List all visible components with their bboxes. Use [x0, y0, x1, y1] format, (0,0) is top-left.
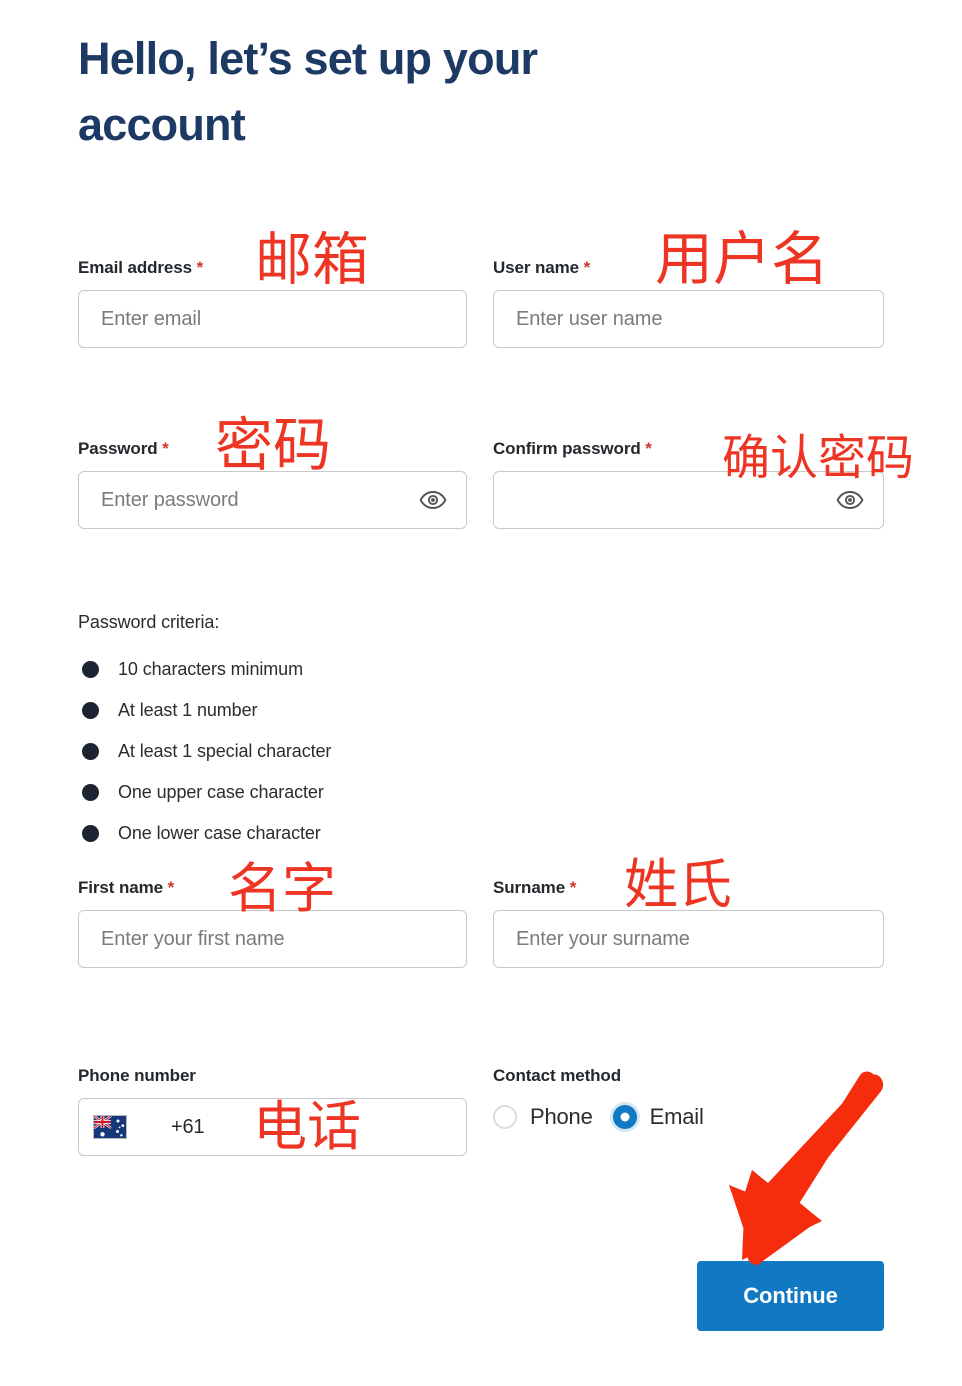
- surname-label-text: Surname: [493, 878, 566, 897]
- criteria-text: At least 1 number: [118, 700, 258, 720]
- eye-icon[interactable]: [418, 485, 448, 515]
- radio-option-phone[interactable]: Phone: [493, 1104, 593, 1130]
- username-input[interactable]: Enter user name: [493, 290, 884, 348]
- surname-placeholder: Enter your surname: [516, 927, 690, 950]
- email-input[interactable]: Enter email: [78, 290, 467, 348]
- phone-input[interactable]: +61: [78, 1098, 467, 1156]
- continue-button[interactable]: Continue: [697, 1261, 884, 1331]
- field-email: Email address * Enter email: [78, 258, 467, 348]
- username-required-mark: *: [583, 258, 591, 277]
- confirm-password-required-mark: *: [645, 439, 652, 458]
- field-phone: Phone number +61: [78, 1066, 467, 1156]
- surname-label: Surname *: [493, 878, 884, 898]
- radio-label: Email: [649, 1104, 704, 1129]
- email-placeholder: Enter email: [101, 307, 202, 330]
- phone-label: Phone number: [78, 1066, 467, 1086]
- australia-flag-icon[interactable]: [93, 1115, 127, 1139]
- criteria-item: 10 characters minimum: [78, 649, 478, 690]
- field-password: Password * Enter password: [78, 439, 467, 529]
- criteria-item: At least 1 number: [78, 690, 478, 731]
- criteria-item: One lower case character: [78, 813, 478, 854]
- email-label: Email address *: [78, 258, 467, 278]
- password-criteria: Password criteria: 10 characters minimum…: [78, 612, 478, 854]
- criteria-text: One lower case character: [118, 823, 321, 843]
- first-name-label-text: First name: [78, 878, 163, 897]
- field-confirm-password: Confirm password *: [493, 439, 884, 529]
- criteria-item: At least 1 special character: [78, 731, 478, 772]
- surname-input[interactable]: Enter your surname: [493, 910, 884, 968]
- criteria-text: At least 1 special character: [118, 741, 332, 761]
- username-label: User name *: [493, 258, 884, 278]
- username-label-text: User name: [493, 258, 580, 277]
- signup-page: Hello, let’s set up your account Email a…: [0, 0, 962, 1386]
- radio-icon: [493, 1105, 517, 1129]
- bullet-icon: [82, 784, 99, 801]
- eye-icon[interactable]: [835, 485, 865, 515]
- password-required-mark: *: [162, 439, 169, 458]
- signup-form: Email address * Enter email User name * …: [0, 0, 962, 1386]
- field-surname: Surname * Enter your surname: [493, 878, 884, 968]
- confirm-password-input[interactable]: [493, 471, 884, 529]
- bullet-icon: [82, 825, 99, 842]
- bullet-icon: [82, 702, 99, 719]
- username-placeholder: Enter user name: [516, 307, 663, 330]
- radio-option-email[interactable]: Email: [612, 1104, 704, 1130]
- criteria-item: One upper case character: [78, 772, 478, 813]
- bullet-icon: [82, 661, 99, 678]
- radio-label: Phone: [530, 1104, 593, 1129]
- confirm-password-label: Confirm password *: [493, 439, 884, 459]
- contact-method-label: Contact method: [493, 1066, 621, 1085]
- criteria-text: 10 characters minimum: [118, 659, 303, 679]
- field-first-name: First name * Enter your first name: [78, 878, 467, 968]
- surname-required-mark: *: [569, 878, 577, 897]
- first-name-input[interactable]: Enter your first name: [78, 910, 467, 968]
- confirm-password-label-text: Confirm password: [493, 439, 641, 458]
- first-name-label: First name *: [78, 878, 467, 898]
- password-input[interactable]: Enter password: [78, 471, 467, 529]
- password-label: Password *: [78, 439, 467, 459]
- password-placeholder: Enter password: [101, 488, 239, 511]
- first-name-required-mark: *: [167, 878, 175, 897]
- email-required-mark: *: [196, 258, 204, 277]
- field-username: User name * Enter user name: [493, 258, 884, 348]
- radio-icon-selected: [612, 1105, 637, 1129]
- email-label-text: Email address: [78, 258, 192, 277]
- password-criteria-title: Password criteria:: [78, 612, 220, 632]
- bullet-icon: [82, 743, 99, 760]
- contact-method-group: Contact method Phone Email: [493, 1066, 884, 1130]
- password-label-text: Password: [78, 439, 158, 458]
- phone-dial-code: +61: [171, 1115, 205, 1138]
- criteria-text: One upper case character: [118, 782, 324, 802]
- first-name-placeholder: Enter your first name: [101, 927, 285, 950]
- contact-method-options: Phone Email: [493, 1104, 884, 1130]
- phone-label-text: Phone number: [78, 1066, 196, 1085]
